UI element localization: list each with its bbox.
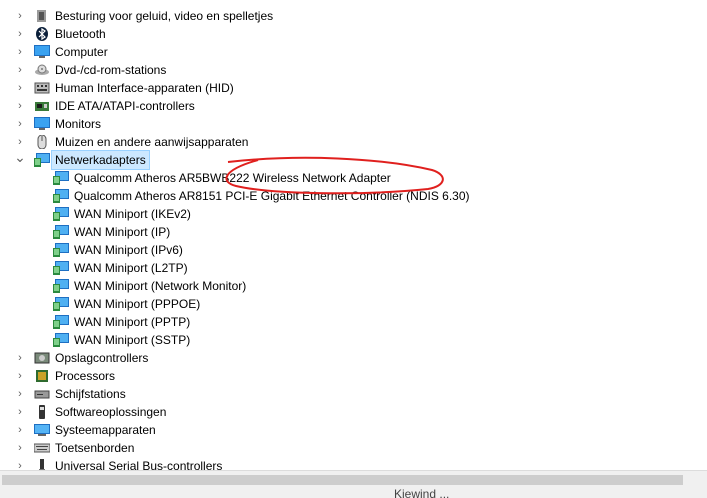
network-adapter-icon — [53, 189, 69, 203]
tree-category-item[interactable]: › Besturing voor geluid, video en spellet… — [0, 7, 707, 25]
tree-item-label: WAN Miniport (IPv6) — [74, 243, 183, 257]
tree-item-label: Muizen en andere aanwijsapparaten — [55, 135, 249, 149]
tree-item-label: Processors — [55, 369, 116, 383]
tree-item-label: Bluetooth — [55, 27, 106, 41]
expand-chevron-icon[interactable]: › — [14, 43, 26, 61]
network-adapter-icon — [53, 225, 69, 239]
tree-item-label: WAN Miniport (L2TP) — [74, 261, 188, 275]
tree-category-item[interactable]: › Softwareoplossingen — [0, 403, 707, 421]
network-adapter-icon — [53, 279, 69, 293]
tree-item-label: Schijfstations — [55, 387, 126, 401]
ide-controller-icon — [34, 99, 50, 113]
mouse-icon — [34, 135, 50, 149]
network-adapter-icon — [53, 333, 69, 347]
network-adapter-icon — [53, 261, 69, 275]
horizontal-scrollbar[interactable]: Kiewind ... — [0, 470, 707, 498]
expand-chevron-icon[interactable]: › — [14, 61, 26, 79]
expand-chevron-icon[interactable]: › — [14, 457, 26, 470]
tree-category-item[interactable]: ⌄ Netwerkadapters — [0, 150, 707, 170]
network-adapter-icon — [34, 153, 50, 167]
expand-chevron-icon[interactable]: › — [14, 367, 26, 385]
expand-chevron-icon[interactable]: › — [14, 115, 26, 133]
expand-chevron-icon[interactable]: › — [14, 421, 26, 439]
expand-chevron-icon[interactable]: › — [14, 97, 26, 115]
storage-controller-icon — [34, 351, 50, 365]
processor-icon — [34, 369, 50, 383]
tree-category-item[interactable]: › Toetsenborden — [0, 439, 707, 457]
tree-category-item[interactable]: › Universal Serial Bus-controllers — [0, 457, 707, 470]
tree-category-item[interactable]: › Processors — [0, 367, 707, 385]
tree-item-label: WAN Miniport (Network Monitor) — [74, 279, 247, 293]
expand-chevron-icon[interactable]: › — [14, 439, 26, 457]
tree-item-label: Netwerkadapters — [51, 150, 150, 170]
tree-item-label: Systeemapparaten — [55, 423, 156, 437]
expand-chevron-icon[interactable]: › — [14, 403, 26, 421]
tree-item-label: Qualcomm Atheros AR8151 PCI-E Gigabit Et… — [74, 189, 470, 203]
tree-item-label: Softwareoplossingen — [55, 405, 167, 419]
tree-device-item[interactable]: WAN Miniport (Network Monitor) — [0, 277, 707, 295]
expand-chevron-icon[interactable]: › — [14, 7, 26, 25]
network-adapter-icon — [53, 243, 69, 257]
bluetooth-icon — [34, 27, 50, 41]
tree-category-item[interactable]: › Bluetooth — [0, 25, 707, 43]
network-adapter-icon — [53, 207, 69, 221]
tree-category-item[interactable]: › Monitors — [0, 115, 707, 133]
tree-device-item[interactable]: WAN Miniport (IKEv2) — [0, 205, 707, 223]
keyboard-icon — [34, 441, 50, 455]
usb-icon — [34, 459, 50, 470]
tree-device-item[interactable]: WAN Miniport (IP) — [0, 223, 707, 241]
network-adapter-icon — [53, 315, 69, 329]
software-icon — [34, 405, 50, 419]
scrollbar-thumb[interactable] — [2, 475, 683, 485]
tree-item-label: Dvd-/cd-rom-stations — [55, 63, 167, 77]
tree-item-label: WAN Miniport (PPPOE) — [74, 297, 201, 311]
tree-device-item[interactable]: WAN Miniport (PPPOE) — [0, 295, 707, 313]
tree-item-label: Qualcomm Atheros AR5BWB222 Wireless Netw… — [74, 171, 391, 185]
tree-item-label: IDE ATA/ATAPI-controllers — [55, 99, 195, 113]
computer-icon — [34, 45, 50, 59]
device-tree: › Besturing voor geluid, video en spellet… — [0, 7, 707, 470]
tree-category-item[interactable]: › Systeemapparaten — [0, 421, 707, 439]
tree-category-item[interactable]: › Computer — [0, 43, 707, 61]
expand-chevron-icon[interactable]: › — [14, 79, 26, 97]
disk-drive-icon — [34, 387, 50, 401]
expand-chevron-icon[interactable]: › — [14, 385, 26, 403]
system-device-icon — [34, 423, 50, 437]
monitor-icon — [34, 117, 50, 131]
tree-category-item[interactable]: › Opslagcontrollers — [0, 349, 707, 367]
tree-category-item[interactable]: › Schijfstations — [0, 385, 707, 403]
tree-device-item[interactable]: Qualcomm Atheros AR8151 PCI-E Gigabit Et… — [0, 187, 707, 205]
tree-item-label: Opslagcontrollers — [55, 351, 149, 365]
disc-drive-icon — [34, 63, 50, 77]
tree-item-label: Human Interface-apparaten (HID) — [55, 81, 234, 95]
tree-category-item[interactable]: › Dvd-/cd-rom-stations — [0, 61, 707, 79]
tree-item-label: WAN Miniport (IP) — [74, 225, 171, 239]
tree-category-item[interactable]: › IDE ATA/ATAPI-controllers — [0, 97, 707, 115]
tree-item-label: WAN Miniport (PPTP) — [74, 315, 191, 329]
tree-item-label: WAN Miniport (SSTP) — [74, 333, 191, 347]
expand-chevron-icon[interactable]: › — [14, 25, 26, 43]
status-text: Kiewind ... — [394, 487, 450, 498]
network-adapter-icon — [53, 171, 69, 185]
collapse-chevron-icon[interactable]: ⌄ — [14, 150, 26, 169]
tree-category-item[interactable]: › Human Interface-apparaten (HID) — [0, 79, 707, 97]
tree-item-label: Toetsenborden — [55, 441, 135, 455]
speaker-icon — [34, 9, 50, 23]
tree-item-label: Universal Serial Bus-controllers — [55, 459, 223, 470]
tree-item-label: Monitors — [55, 117, 102, 131]
expand-chevron-icon[interactable]: › — [14, 349, 26, 367]
tree-device-item[interactable]: WAN Miniport (IPv6) — [0, 241, 707, 259]
tree-item-label: Computer — [55, 45, 108, 59]
tree-item-label: WAN Miniport (IKEv2) — [74, 207, 191, 221]
tree-device-item[interactable]: WAN Miniport (L2TP) — [0, 259, 707, 277]
tree-device-item[interactable]: WAN Miniport (PPTP) — [0, 313, 707, 331]
tree-device-item[interactable]: Qualcomm Atheros AR5BWB222 Wireless Netw… — [0, 169, 707, 187]
hid-icon — [34, 81, 50, 95]
tree-item-label: Besturing voor geluid, video en spelletj… — [55, 9, 274, 23]
tree-device-item[interactable]: WAN Miniport (SSTP) — [0, 331, 707, 349]
tree-category-item[interactable]: › Muizen en andere aanwijsapparaten — [0, 133, 707, 151]
network-adapter-icon — [53, 297, 69, 311]
